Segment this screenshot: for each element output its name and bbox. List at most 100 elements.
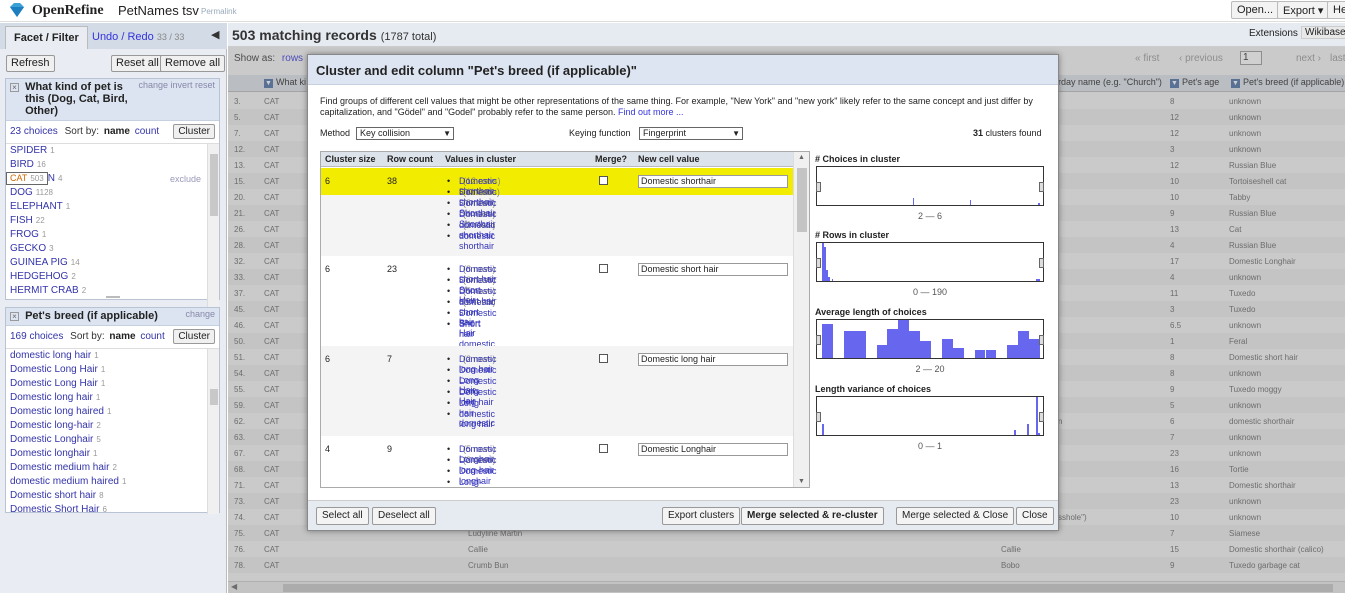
- facet-choice-item[interactable]: CAT 503: [6, 172, 48, 185]
- merge-close-button[interactable]: Merge selected & Close: [896, 507, 1015, 525]
- range-slider-right-handle[interactable]: [1039, 412, 1044, 422]
- facet-choice-item[interactable]: GUINEA PIG 14: [6, 256, 219, 270]
- facet-choice-count[interactable]: 23 choices: [10, 126, 58, 137]
- histogram-chart[interactable]: [816, 242, 1044, 282]
- sort-by-count[interactable]: count: [135, 126, 159, 137]
- tab-facet-filter[interactable]: Facet / Filter: [5, 26, 88, 49]
- facet-choice-item[interactable]: FROG 1: [6, 228, 219, 242]
- facet-choice-item[interactable]: Domestic long-hair 2: [6, 419, 219, 433]
- refresh-button[interactable]: Refresh: [6, 55, 55, 72]
- cluster-value[interactable]: domestic shorthair: [459, 231, 495, 251]
- facet-scrollbar[interactable]: [207, 349, 219, 514]
- collapse-panel-icon[interactable]: ◀: [211, 28, 219, 41]
- export-button[interactable]: Export ▾: [1277, 1, 1330, 19]
- sort-by-name[interactable]: name: [104, 126, 130, 137]
- cluster-value[interactable]: Domestic shorthair (12 rows): [459, 176, 501, 196]
- open-button[interactable]: Open...: [1231, 1, 1280, 19]
- facet-choice-item[interactable]: Domestic long hair 1: [6, 391, 219, 405]
- scroll-up-icon[interactable]: ▲: [798, 154, 805, 161]
- cluster-button[interactable]: Cluster: [173, 329, 215, 344]
- select-all-button[interactable]: Select all: [316, 507, 369, 525]
- range-slider-right-handle[interactable]: [1039, 335, 1044, 345]
- close-button[interactable]: Close: [1016, 507, 1054, 525]
- facet-choice-item[interactable]: Domestic Short Hair 6: [6, 503, 219, 514]
- cluster-value[interactable]: Domestic Shorthair (8 rows): [459, 198, 497, 218]
- col-row-count[interactable]: Row count: [387, 154, 433, 164]
- sort-by-count[interactable]: count: [140, 331, 164, 342]
- facet-choice-item[interactable]: HEDGEHOG 2: [6, 270, 219, 284]
- keying-function-select[interactable]: Fingerprint ▼: [639, 127, 743, 140]
- cluster-value[interactable]: domestic long hair: [459, 409, 495, 429]
- merge-checkbox[interactable]: [599, 176, 608, 185]
- range-slider-left-handle[interactable]: [816, 258, 821, 268]
- cluster-value[interactable]: Domestic longhair: [459, 466, 497, 486]
- histogram-chart[interactable]: [816, 166, 1044, 206]
- facet-resize-handle[interactable]: [106, 296, 120, 298]
- range-slider-left-handle[interactable]: [816, 182, 821, 192]
- exclude-link[interactable]: exclude: [170, 174, 201, 184]
- new-cell-value-input[interactable]: Domestic shorthair: [638, 175, 788, 188]
- facet-scrollbar[interactable]: [207, 144, 219, 307]
- cluster-value[interactable]: Short hair domestic: [459, 319, 495, 349]
- tab-undo-redo[interactable]: Undo / Redo 33 / 33: [84, 26, 192, 49]
- extensions-label[interactable]: Extensions: [1249, 28, 1298, 39]
- cluster-value[interactable]: domestic shorthair (2 rows): [459, 220, 496, 240]
- facet-controls[interactable]: change: [185, 309, 215, 319]
- facet-choice-item[interactable]: DOG 1128: [6, 186, 219, 200]
- cluster-value[interactable]: domestic short hair (2 rows): [459, 297, 496, 327]
- new-cell-value-input[interactable]: Domestic long hair: [638, 353, 788, 366]
- range-slider-left-handle[interactable]: [816, 335, 821, 345]
- facet-choice-item[interactable]: GECKO 3: [6, 242, 219, 256]
- col-cluster-size[interactable]: Cluster size: [325, 154, 376, 164]
- merge-checkbox[interactable]: [599, 264, 608, 273]
- cluster-button[interactable]: Cluster: [173, 124, 215, 139]
- cluster-value[interactable]: Domestic Longhair (5 rows): [459, 444, 497, 464]
- cluster-value[interactable]: Domestic Long Hair: [459, 365, 497, 395]
- facet-choice-item[interactable]: Domestic Long Hair 1: [6, 377, 219, 391]
- facet-controls[interactable]: change invert reset: [138, 80, 215, 90]
- clusters-table-scrollbar[interactable]: ▲ ▼: [793, 152, 809, 487]
- reset-all-button[interactable]: Reset all: [111, 55, 164, 72]
- merge-checkbox[interactable]: [599, 354, 608, 363]
- facet-remove-icon[interactable]: ×: [10, 312, 19, 321]
- cluster-value[interactable]: Long-hair domestic: [459, 477, 482, 487]
- cluster-value[interactable]: Domestic long-hair (2 rows): [459, 455, 497, 475]
- cluster-value[interactable]: Domestic short hair (8 rows): [459, 264, 497, 284]
- histogram-chart[interactable]: [816, 319, 1044, 359]
- cluster-value[interactable]: Long hair domestic: [459, 398, 495, 428]
- app-name[interactable]: OpenRefine: [32, 3, 104, 19]
- facet-choice-item[interactable]: SPIDER 1: [6, 144, 219, 158]
- cluster-value[interactable]: Domestic Short Hair (6 rows): [459, 275, 497, 305]
- facet-choice-item[interactable]: Domestic longhair 1: [6, 447, 219, 461]
- project-name[interactable]: PetNames tsv: [118, 3, 199, 18]
- facet-choice-item[interactable]: ELEPHANT 1: [6, 200, 219, 214]
- facet-choice-item[interactable]: Domestic Longhair 5: [6, 433, 219, 447]
- new-cell-value-input[interactable]: Domestic short hair: [638, 263, 788, 276]
- range-slider-right-handle[interactable]: [1039, 182, 1044, 192]
- find-out-more-link[interactable]: Find out more ...: [618, 107, 684, 117]
- facet-choice-item[interactable]: Domestic medium hair 2: [6, 461, 219, 475]
- range-slider-left-handle[interactable]: [816, 412, 821, 422]
- facet-choice-item[interactable]: Domestic long haired 1: [6, 405, 219, 419]
- export-clusters-button[interactable]: Export clusters: [662, 507, 741, 525]
- new-cell-value-input[interactable]: Domestic Longhair: [638, 443, 788, 456]
- cluster-value[interactable]: Domestic long hair: [459, 387, 497, 407]
- facet-choice-count[interactable]: 169 choices: [10, 331, 63, 342]
- cluster-value[interactable]: Domestic Long Hair: [459, 376, 497, 406]
- merge-checkbox[interactable]: [599, 444, 608, 453]
- cluster-value[interactable]: Domestic Short Hair: [459, 308, 497, 338]
- permalink-link[interactable]: Permalink: [201, 7, 237, 16]
- deselect-all-button[interactable]: Deselect all: [372, 507, 436, 525]
- facet-remove-icon[interactable]: ×: [10, 83, 19, 92]
- help-button[interactable]: He: [1327, 1, 1345, 19]
- facet-choice-item[interactable]: Domestic Long Hair 1: [6, 363, 219, 377]
- facet-choice-item[interactable]: domestic long hair 1: [6, 349, 219, 363]
- method-select[interactable]: Key collision ▼: [356, 127, 454, 140]
- sort-by-name[interactable]: name: [109, 331, 135, 342]
- facet-choice-item[interactable]: Domestic short hair 8: [6, 489, 219, 503]
- facet-choice-item[interactable]: FISH 22: [6, 214, 219, 228]
- remove-all-button[interactable]: Remove all: [160, 55, 226, 72]
- scroll-down-icon[interactable]: ▼: [798, 478, 805, 485]
- merge-recluster-button[interactable]: Merge selected & re-cluster: [741, 507, 884, 525]
- facet-choice-item[interactable]: BIRD 16: [6, 158, 219, 172]
